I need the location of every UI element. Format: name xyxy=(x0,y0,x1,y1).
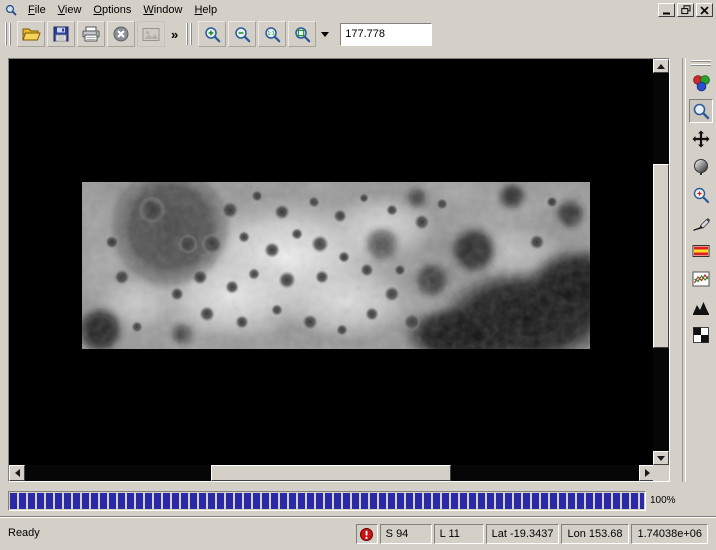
save-disk-icon xyxy=(53,26,69,42)
zoom-toolbar-grip[interactable] xyxy=(186,23,194,45)
viewer-app-icon xyxy=(5,4,18,17)
histogram-tool[interactable] xyxy=(689,295,713,319)
menubar: File View Options Window Help xyxy=(0,0,716,20)
menu-options[interactable]: Options xyxy=(87,2,137,18)
zoom-tool[interactable] xyxy=(689,99,713,123)
horizontal-scroll-thumb[interactable] xyxy=(211,465,451,481)
left-arrow-icon xyxy=(15,469,20,477)
toolbar-grip[interactable] xyxy=(5,23,13,45)
status-line: L 11 xyxy=(434,524,484,544)
zoom-in-button[interactable] xyxy=(198,21,226,47)
restore-icon xyxy=(681,5,691,15)
zoom-out-button[interactable] xyxy=(228,21,256,47)
progress-percent-label: 100% xyxy=(650,495,676,506)
image-canvas xyxy=(8,58,670,482)
zoom-fit-icon xyxy=(294,26,311,43)
planetary-image[interactable] xyxy=(82,182,590,349)
edit-tool[interactable] xyxy=(689,211,713,235)
pen-line-icon xyxy=(692,214,710,232)
scroll-up-button[interactable] xyxy=(653,59,669,73)
status-latitude: Lat -19.3437 xyxy=(486,524,560,544)
vertical-scroll-track[interactable] xyxy=(653,73,669,451)
status-pixel-value: 1.74038e+06 xyxy=(631,524,708,544)
zoom-fit-button[interactable] xyxy=(288,21,316,47)
scroll-down-button[interactable] xyxy=(653,451,669,465)
minimize-button[interactable] xyxy=(658,3,675,17)
zoom-1-1-icon: 1:1 xyxy=(264,26,281,43)
main-toolbar: » 1:1 xyxy=(0,18,716,50)
save-button[interactable] xyxy=(47,21,75,47)
rgb-spheres-icon xyxy=(692,74,711,92)
dropdown-arrow-icon xyxy=(321,32,329,37)
toolbar-overflow-chevron[interactable]: » xyxy=(166,27,183,42)
open-folder-icon xyxy=(22,26,41,42)
svg-text:1:1: 1:1 xyxy=(267,31,274,37)
black-white-squares-icon xyxy=(692,326,710,344)
status-warning-cell[interactable] xyxy=(356,524,378,544)
pan-tool[interactable] xyxy=(689,127,713,151)
progress-bar-fill xyxy=(10,493,644,509)
image-viewport[interactable] xyxy=(9,59,653,465)
histogram-icon xyxy=(692,298,710,316)
app-icon[interactable] xyxy=(3,3,19,17)
print-button[interactable] xyxy=(77,21,105,47)
restore-button[interactable] xyxy=(677,3,694,17)
image-export-icon xyxy=(142,27,160,42)
zoom-dropdown-button[interactable] xyxy=(317,21,332,47)
magnifier-icon xyxy=(692,102,710,120)
find-tool[interactable] xyxy=(689,183,713,207)
horizontal-scroll-track[interactable] xyxy=(25,465,639,481)
vertical-scrollbar[interactable] xyxy=(653,59,669,465)
plot-tool[interactable] xyxy=(689,267,713,291)
status-sample: S 94 xyxy=(380,524,432,544)
status-cells: S 94 L 11 Lat -19.3437 Lon 153.68 1.7403… xyxy=(356,524,708,544)
menu-help[interactable]: Help xyxy=(188,2,223,18)
up-arrow-icon xyxy=(657,64,665,69)
menu-window[interactable]: Window xyxy=(137,2,188,18)
export-button[interactable] xyxy=(137,21,165,47)
stats-tool[interactable] xyxy=(689,323,713,347)
scrollbar-corner xyxy=(653,465,669,481)
colorbar-tool[interactable] xyxy=(689,239,713,263)
vertical-scroll-thumb[interactable] xyxy=(653,164,669,348)
down-arrow-icon xyxy=(657,456,665,461)
color-stripes-icon xyxy=(692,242,710,260)
tool-palette xyxy=(686,58,716,482)
stretch-sphere-icon xyxy=(692,158,710,176)
progress-bar xyxy=(8,491,646,511)
status-longitude: Lon 153.68 xyxy=(561,524,629,544)
stretch-tool[interactable] xyxy=(689,155,713,179)
stop-button[interactable] xyxy=(107,21,135,47)
stop-circle-icon xyxy=(113,26,129,42)
menu-view[interactable]: View xyxy=(52,2,88,18)
printer-icon xyxy=(82,26,100,42)
zoom-out-icon xyxy=(234,26,251,43)
find-magnifier-icon xyxy=(692,186,710,204)
status-message: Ready xyxy=(8,527,40,539)
zoom-actual-button[interactable]: 1:1 xyxy=(258,21,286,47)
horizontal-scrollbar[interactable] xyxy=(9,465,655,481)
close-icon xyxy=(700,6,709,15)
close-button[interactable] xyxy=(696,3,713,17)
open-button[interactable] xyxy=(17,21,45,47)
zoom-in-icon xyxy=(204,26,221,43)
status-bar: Ready S 94 L 11 Lat -19.3437 Lon 153.68 … xyxy=(0,516,716,550)
line-plot-icon xyxy=(692,270,710,288)
band-selection-tool[interactable] xyxy=(689,71,713,95)
tool-palette-grip[interactable] xyxy=(691,60,711,67)
scroll-left-button[interactable] xyxy=(9,465,25,481)
minimize-icon xyxy=(662,6,671,15)
menu-file[interactable]: File xyxy=(22,2,52,18)
zoom-value-input[interactable] xyxy=(340,23,432,46)
warning-icon xyxy=(360,528,373,541)
right-arrow-icon xyxy=(645,469,650,477)
application-window: { "colors": { "window_chrome": "#d4d0c8"… xyxy=(0,0,716,550)
pan-arrows-icon xyxy=(692,130,710,148)
